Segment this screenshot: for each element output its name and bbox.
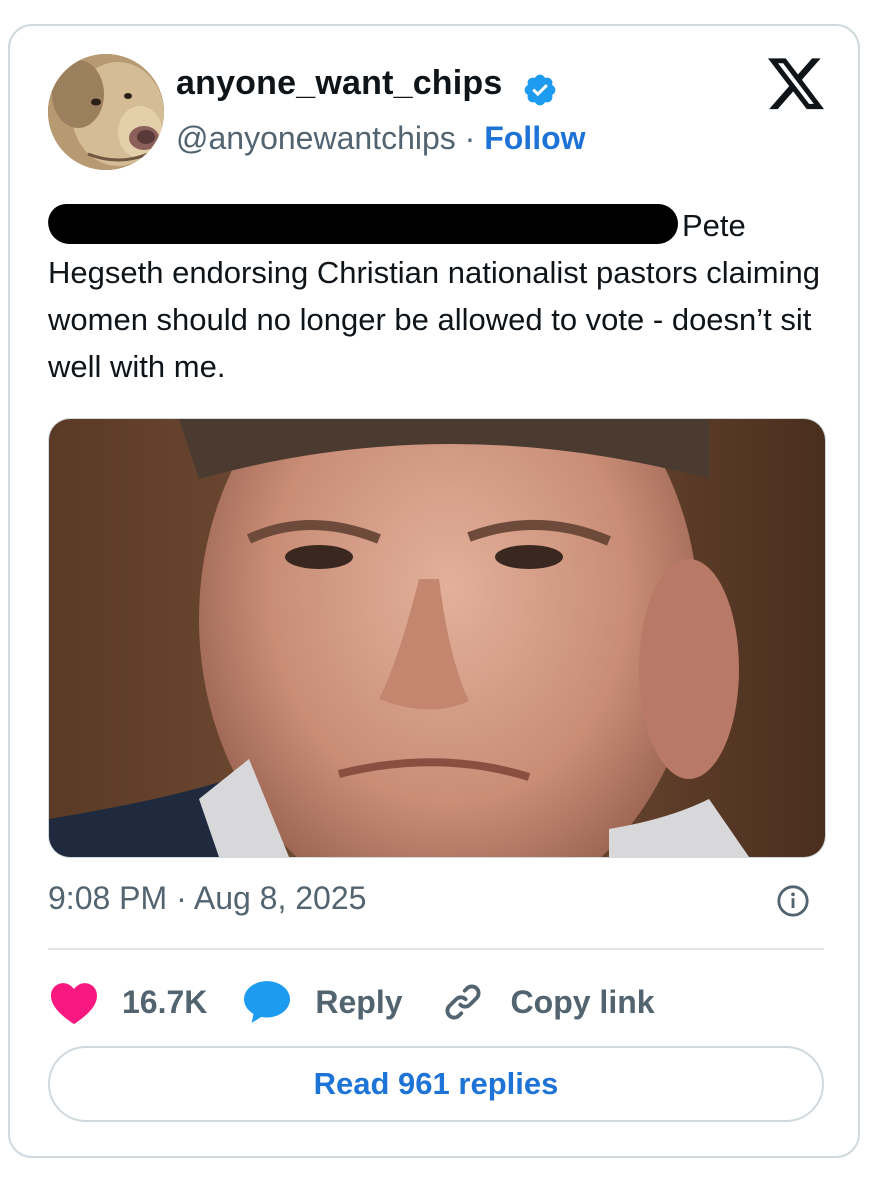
author-display-name[interactable]: anyone_want_chips (176, 64, 503, 103)
copy-link-label: Copy link (510, 983, 655, 1020)
link-icon (445, 984, 480, 1020)
divider (48, 948, 824, 950)
reply-button[interactable]: Reply (241, 979, 403, 1025)
tweet-text: Pete Hegseth endorsing Christian nationa… (46, 202, 838, 390)
tweet-photo[interactable] (48, 418, 826, 858)
read-replies-button[interactable]: Read 961 replies (48, 1046, 824, 1122)
speech-bubble-icon (244, 981, 291, 1023)
follow-link[interactable]: Follow (484, 120, 585, 156)
dog-avatar-image (48, 54, 164, 170)
action-bar: 16.7K Reply Copy link (48, 976, 689, 1028)
verified-badge-icon (524, 74, 556, 106)
reply-label: Reply (315, 983, 403, 1020)
copy-link-button[interactable]: Copy link (437, 979, 655, 1025)
likes-count: 16.7K (122, 983, 208, 1020)
author-handle[interactable]: @anyonewantchips (176, 120, 456, 156)
heart-icon (51, 983, 97, 1025)
separator-dot: · (464, 120, 476, 156)
author-avatar[interactable] (48, 54, 164, 170)
portrait-photo (49, 419, 825, 857)
tweet-embed-card: anyone_want_chips @anyonewantchips · Fol… (8, 24, 860, 1158)
like-button[interactable]: 16.7K (48, 979, 207, 1025)
info-icon[interactable] (776, 884, 810, 918)
redaction-mark (46, 204, 680, 244)
author-handle-row: @anyonewantchips · Follow (176, 120, 586, 157)
tweet-timestamp[interactable]: 9:08 PM · Aug 8, 2025 (48, 880, 366, 917)
x-logo-icon[interactable] (768, 58, 824, 110)
